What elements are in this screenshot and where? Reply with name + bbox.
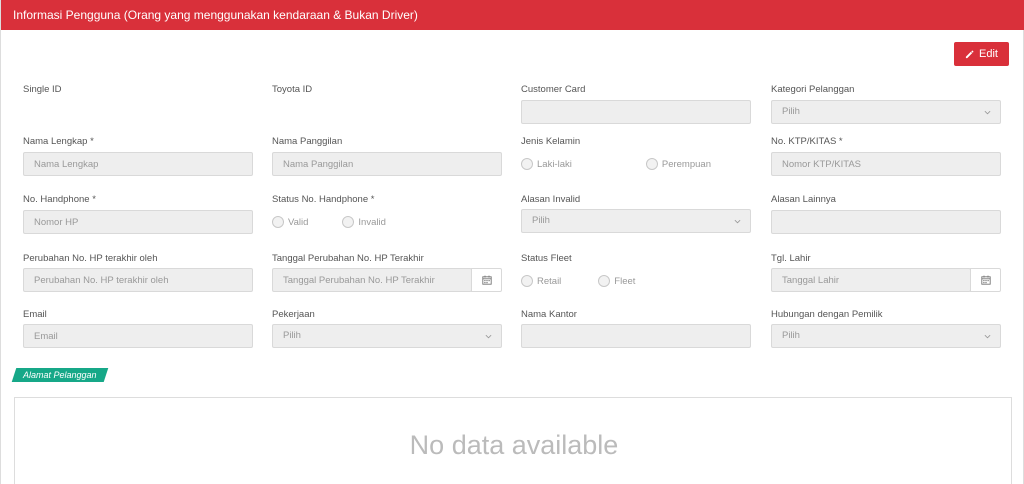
radio-circle[interactable] [521,275,533,287]
single-id-label: Single ID [23,84,62,95]
email-field[interactable] [23,324,253,348]
no-handphone-field[interactable] [23,210,253,234]
alasan-invalid-value: Pilih [532,215,550,226]
nama-lengkap-field[interactable] [23,152,253,176]
edit-button[interactable]: Edit [954,42,1009,66]
nama-kantor-label: Nama Kantor [521,309,577,320]
radio-circle[interactable] [342,216,355,228]
kategori-pelanggan-label: Kategori Pelanggan [771,84,855,95]
radio-label: Invalid [358,216,386,228]
tanggal-perubahan-hp-field[interactable] [272,268,472,292]
radio-label: Valid [288,216,309,228]
perubahan-hp-oleh-label: Perubahan No. HP terakhir oleh [23,253,158,264]
alasan-invalid-label: Alasan Invalid [521,194,581,205]
alamat-pelanggan-tag: Alamat Pelanggan [11,368,108,382]
no-ktp-field[interactable] [771,152,1001,176]
hubungan-pemilik-value: Pilih [782,330,800,341]
edit-button-label: Edit [979,48,998,60]
nama-panggilan-field[interactable] [272,152,502,176]
chevron-down-icon [984,334,991,339]
nama-panggilan-label: Nama Panggilan [272,136,343,147]
chevron-down-icon [984,110,991,115]
no-handphone-label: No. Handphone * [23,194,96,205]
user-info-panel: Informasi Pengguna (Orang yang menggunak… [0,0,1024,484]
pekerjaan-value: Pilih [283,330,301,341]
jenis-kelamin-radio-group: Laki-laki Perempuan [521,158,711,170]
radio-invalid[interactable]: Invalid [342,216,386,228]
pekerjaan-select[interactable]: Pilih [272,324,502,348]
email-label: Email [23,309,47,320]
hubungan-pemilik-select[interactable]: Pilih [771,324,1001,348]
calendar-icon [481,275,492,285]
pekerjaan-label: Pekerjaan [272,309,315,320]
calendar-button[interactable] [471,268,502,292]
panel-title: Informasi Pengguna (Orang yang menggunak… [1,0,1024,30]
kategori-pelanggan-select[interactable]: Pilih [771,100,1001,124]
jenis-kelamin-label: Jenis Kelamin [521,136,581,147]
calendar-button[interactable] [970,268,1001,292]
chevron-down-icon [485,334,492,339]
tgl-lahir-field[interactable] [771,268,971,292]
radio-label: Retail [537,275,562,287]
radio-label: Fleet [614,275,636,287]
status-fleet-radio-group: Retail Fleet [521,275,635,287]
hubungan-pemilik-label: Hubungan dengan Pemilik [771,309,883,320]
radio-retail[interactable]: Retail [521,275,561,287]
nama-kantor-field[interactable] [521,324,751,348]
address-table-empty: No data available [14,397,1012,484]
perubahan-hp-oleh-field[interactable] [23,268,253,292]
radio-circle[interactable] [598,275,611,287]
no-ktp-label: No. KTP/KITAS * [771,136,843,147]
tanggal-perubahan-hp-label: Tanggal Perubahan No. HP Terakhir [272,253,424,264]
radio-label: Perempuan [661,158,711,170]
calendar-icon [980,275,991,285]
customer-card-field[interactable] [521,100,751,124]
chevron-down-icon [734,219,741,224]
tgl-lahir-datepicker [771,268,1001,292]
alasan-invalid-select[interactable]: Pilih [521,209,751,233]
radio-laki-laki[interactable]: Laki-laki [521,158,572,170]
kategori-pelanggan-value: Pilih [782,106,800,117]
alasan-lainnya-field[interactable] [771,210,1001,234]
status-handphone-radio-group: Valid Invalid [272,216,386,228]
radio-label: Laki-laki [537,158,572,170]
customer-card-label: Customer Card [521,84,586,95]
status-fleet-label: Status Fleet [521,253,572,264]
alasan-lainnya-label: Alasan Lainnya [771,194,836,205]
radio-circle[interactable] [645,158,658,170]
alamat-pelanggan-tag-label: Alamat Pelanggan [23,370,97,380]
tanggal-perubahan-hp-datepicker [272,268,502,292]
toyota-id-label: Toyota ID [272,84,313,95]
pencil-icon [965,49,974,58]
radio-circle[interactable] [521,158,533,170]
radio-fleet[interactable]: Fleet [598,275,635,287]
tgl-lahir-label: Tgl. Lahir [771,253,811,264]
status-no-handphone-label: Status No. Handphone * [272,194,375,205]
empty-state-text: No data available [409,430,619,460]
radio-circle[interactable] [272,216,284,228]
radio-perempuan[interactable]: Perempuan [645,158,711,170]
nama-lengkap-label: Nama Lengkap * [23,136,94,147]
radio-valid[interactable]: Valid [272,216,308,228]
